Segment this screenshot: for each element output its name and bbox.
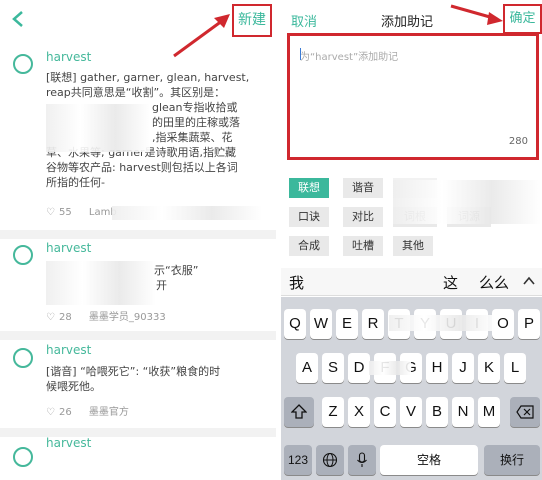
text-caret — [300, 48, 301, 60]
key-r[interactable]: R — [362, 309, 384, 339]
cancel-button[interactable]: 取消 — [291, 11, 317, 30]
backspace-key[interactable] — [510, 397, 540, 427]
chevron-up-icon[interactable] — [522, 274, 536, 288]
note-line: 候喂死他。 — [46, 380, 101, 393]
like-count: 26 — [59, 407, 72, 418]
note-line: 所指的任何- — [46, 176, 105, 189]
candidate-word[interactable]: 这 — [443, 272, 458, 293]
tag-tucao[interactable]: 吐槽 — [343, 236, 383, 256]
circle-check-icon[interactable] — [13, 447, 33, 467]
arrow-icon — [450, 4, 503, 25]
word-notes-list-screen: 新建 harvest [联想] gather, garner, glean, h… — [0, 0, 276, 480]
note-meta: ♡ 28 墨墨学员_90333 — [46, 308, 166, 323]
separator — [0, 230, 276, 239]
key-o[interactable]: O — [492, 309, 514, 339]
note-line: [联想] gather, garner, glean, harvest, — [46, 71, 250, 84]
return-key[interactable]: 换行 — [484, 445, 540, 475]
key-a[interactable]: A — [296, 353, 318, 383]
like-count: 28 — [59, 312, 72, 323]
globe-key[interactable] — [316, 445, 344, 475]
note-line: [谐音] “哈喂死它”: “收获”粮食的时 — [46, 365, 221, 378]
heart-icon[interactable]: ♡ — [46, 407, 56, 418]
key-x[interactable]: X — [348, 397, 370, 427]
note-line: 谷物等农产品: harvest则包括以上各词 — [46, 161, 238, 174]
key-n[interactable]: N — [452, 397, 474, 427]
globe-icon — [322, 452, 338, 468]
note-card[interactable]: harvest — [0, 436, 276, 480]
note-body: [谐音] “哈喂死它”: “收获”粮食的时 候喂死他。 — [46, 364, 270, 394]
like-count: 55 — [59, 207, 72, 218]
note-word: harvest — [46, 241, 92, 255]
note-word: harvest — [46, 50, 92, 64]
candidate-bar: 我 这 么么 — [281, 268, 542, 296]
back-chevron-icon[interactable] — [10, 10, 26, 28]
tag-lianxiang[interactable]: 联想 — [289, 178, 329, 198]
circle-check-icon[interactable] — [13, 348, 33, 368]
note-body: 示“衣服” 开 — [46, 263, 270, 293]
note-meta: ♡ 26 墨墨官方 — [46, 403, 129, 418]
mnemonic-input[interactable]: 为“harvest”添加助记 280 — [287, 33, 539, 160]
tag-hecheng[interactable]: 合成 — [289, 236, 329, 256]
candidate-word[interactable]: 我 — [289, 272, 304, 293]
new-note-button[interactable]: 新建 — [232, 4, 272, 37]
key-z[interactable]: Z — [322, 397, 344, 427]
tag-koujue[interactable]: 口诀 — [289, 207, 329, 227]
keyboard: Q W E R T Y U I O P A S D F G H J K L Z … — [281, 297, 542, 480]
key-d[interactable]: D — [348, 353, 370, 383]
key-s[interactable]: S — [322, 353, 344, 383]
key-e[interactable]: E — [336, 309, 358, 339]
tag-xieyin[interactable]: 谐音 — [343, 178, 383, 198]
note-meta: ♡ 55 Lamb — [46, 207, 117, 218]
blurred-region — [112, 206, 262, 220]
key-m[interactable]: M — [478, 397, 500, 427]
key-j[interactable]: J — [452, 353, 474, 383]
candidate-word[interactable]: 么么 — [479, 272, 509, 293]
note-word: harvest — [46, 436, 92, 450]
key-b[interactable]: B — [426, 397, 448, 427]
shift-icon — [290, 404, 308, 419]
key-w[interactable]: W — [310, 309, 332, 339]
shift-key[interactable] — [284, 397, 314, 427]
backspace-icon — [516, 405, 534, 419]
tag-duibi[interactable]: 对比 — [343, 207, 383, 227]
space-key[interactable]: 空格 — [380, 445, 478, 475]
circle-check-icon[interactable] — [13, 245, 33, 265]
note-line: 示“衣服” — [154, 264, 199, 277]
circle-check-icon[interactable] — [13, 54, 33, 74]
separator — [0, 428, 276, 437]
add-mnemonic-screen: 取消 添加助记 确定 为“harvest”添加助记 280 联想 谐音 口诀 对… — [281, 0, 542, 480]
heart-icon[interactable]: ♡ — [46, 207, 56, 218]
note-word: harvest — [46, 343, 92, 357]
blurred-region — [369, 361, 411, 375]
blurred-region — [393, 180, 541, 224]
tag-qita[interactable]: 其他 — [393, 236, 433, 256]
blurred-region — [46, 104, 150, 152]
key-v[interactable]: V — [400, 397, 422, 427]
page-title: 添加助记 — [381, 15, 434, 30]
mic-key[interactable] — [348, 445, 376, 475]
blurred-region — [389, 315, 495, 331]
note-line: reap共同意思是“收割”。其区别是： — [46, 86, 226, 99]
note-card[interactable]: harvest 示“衣服” 开 ♡ 28 墨墨学员_90333 — [0, 239, 276, 331]
mnemonic-type-tags: 联想 谐音 口诀 对比 词根 词源 合成 吐槽 其他 — [281, 174, 542, 264]
author-name: 墨墨学员_90333 — [88, 312, 166, 323]
confirm-button[interactable]: 确定 — [503, 4, 542, 34]
note-card[interactable]: harvest [联想] gather, garner, glean, harv… — [0, 40, 276, 230]
key-q[interactable]: Q — [284, 309, 306, 339]
key-k[interactable]: K — [478, 353, 500, 383]
heart-icon[interactable]: ♡ — [46, 312, 56, 323]
note-line: 开 — [156, 279, 167, 292]
mic-icon — [357, 452, 367, 467]
left-top-bar: 新建 — [0, 0, 276, 58]
separator — [0, 331, 276, 340]
key-h[interactable]: H — [426, 353, 448, 383]
numbers-key[interactable]: 123 — [284, 445, 312, 475]
key-l[interactable]: L — [504, 353, 526, 383]
key-c[interactable]: C — [374, 397, 396, 427]
author-name: 墨墨官方 — [88, 407, 129, 418]
char-counter: 280 — [508, 136, 528, 147]
mnemonic-placeholder: 为“harvest”添加助记 — [300, 52, 399, 63]
key-p[interactable]: P — [518, 309, 540, 339]
note-card[interactable]: harvest [谐音] “哈喂死它”: “收获”粮食的时 候喂死他。 ♡ 26 … — [0, 340, 276, 428]
